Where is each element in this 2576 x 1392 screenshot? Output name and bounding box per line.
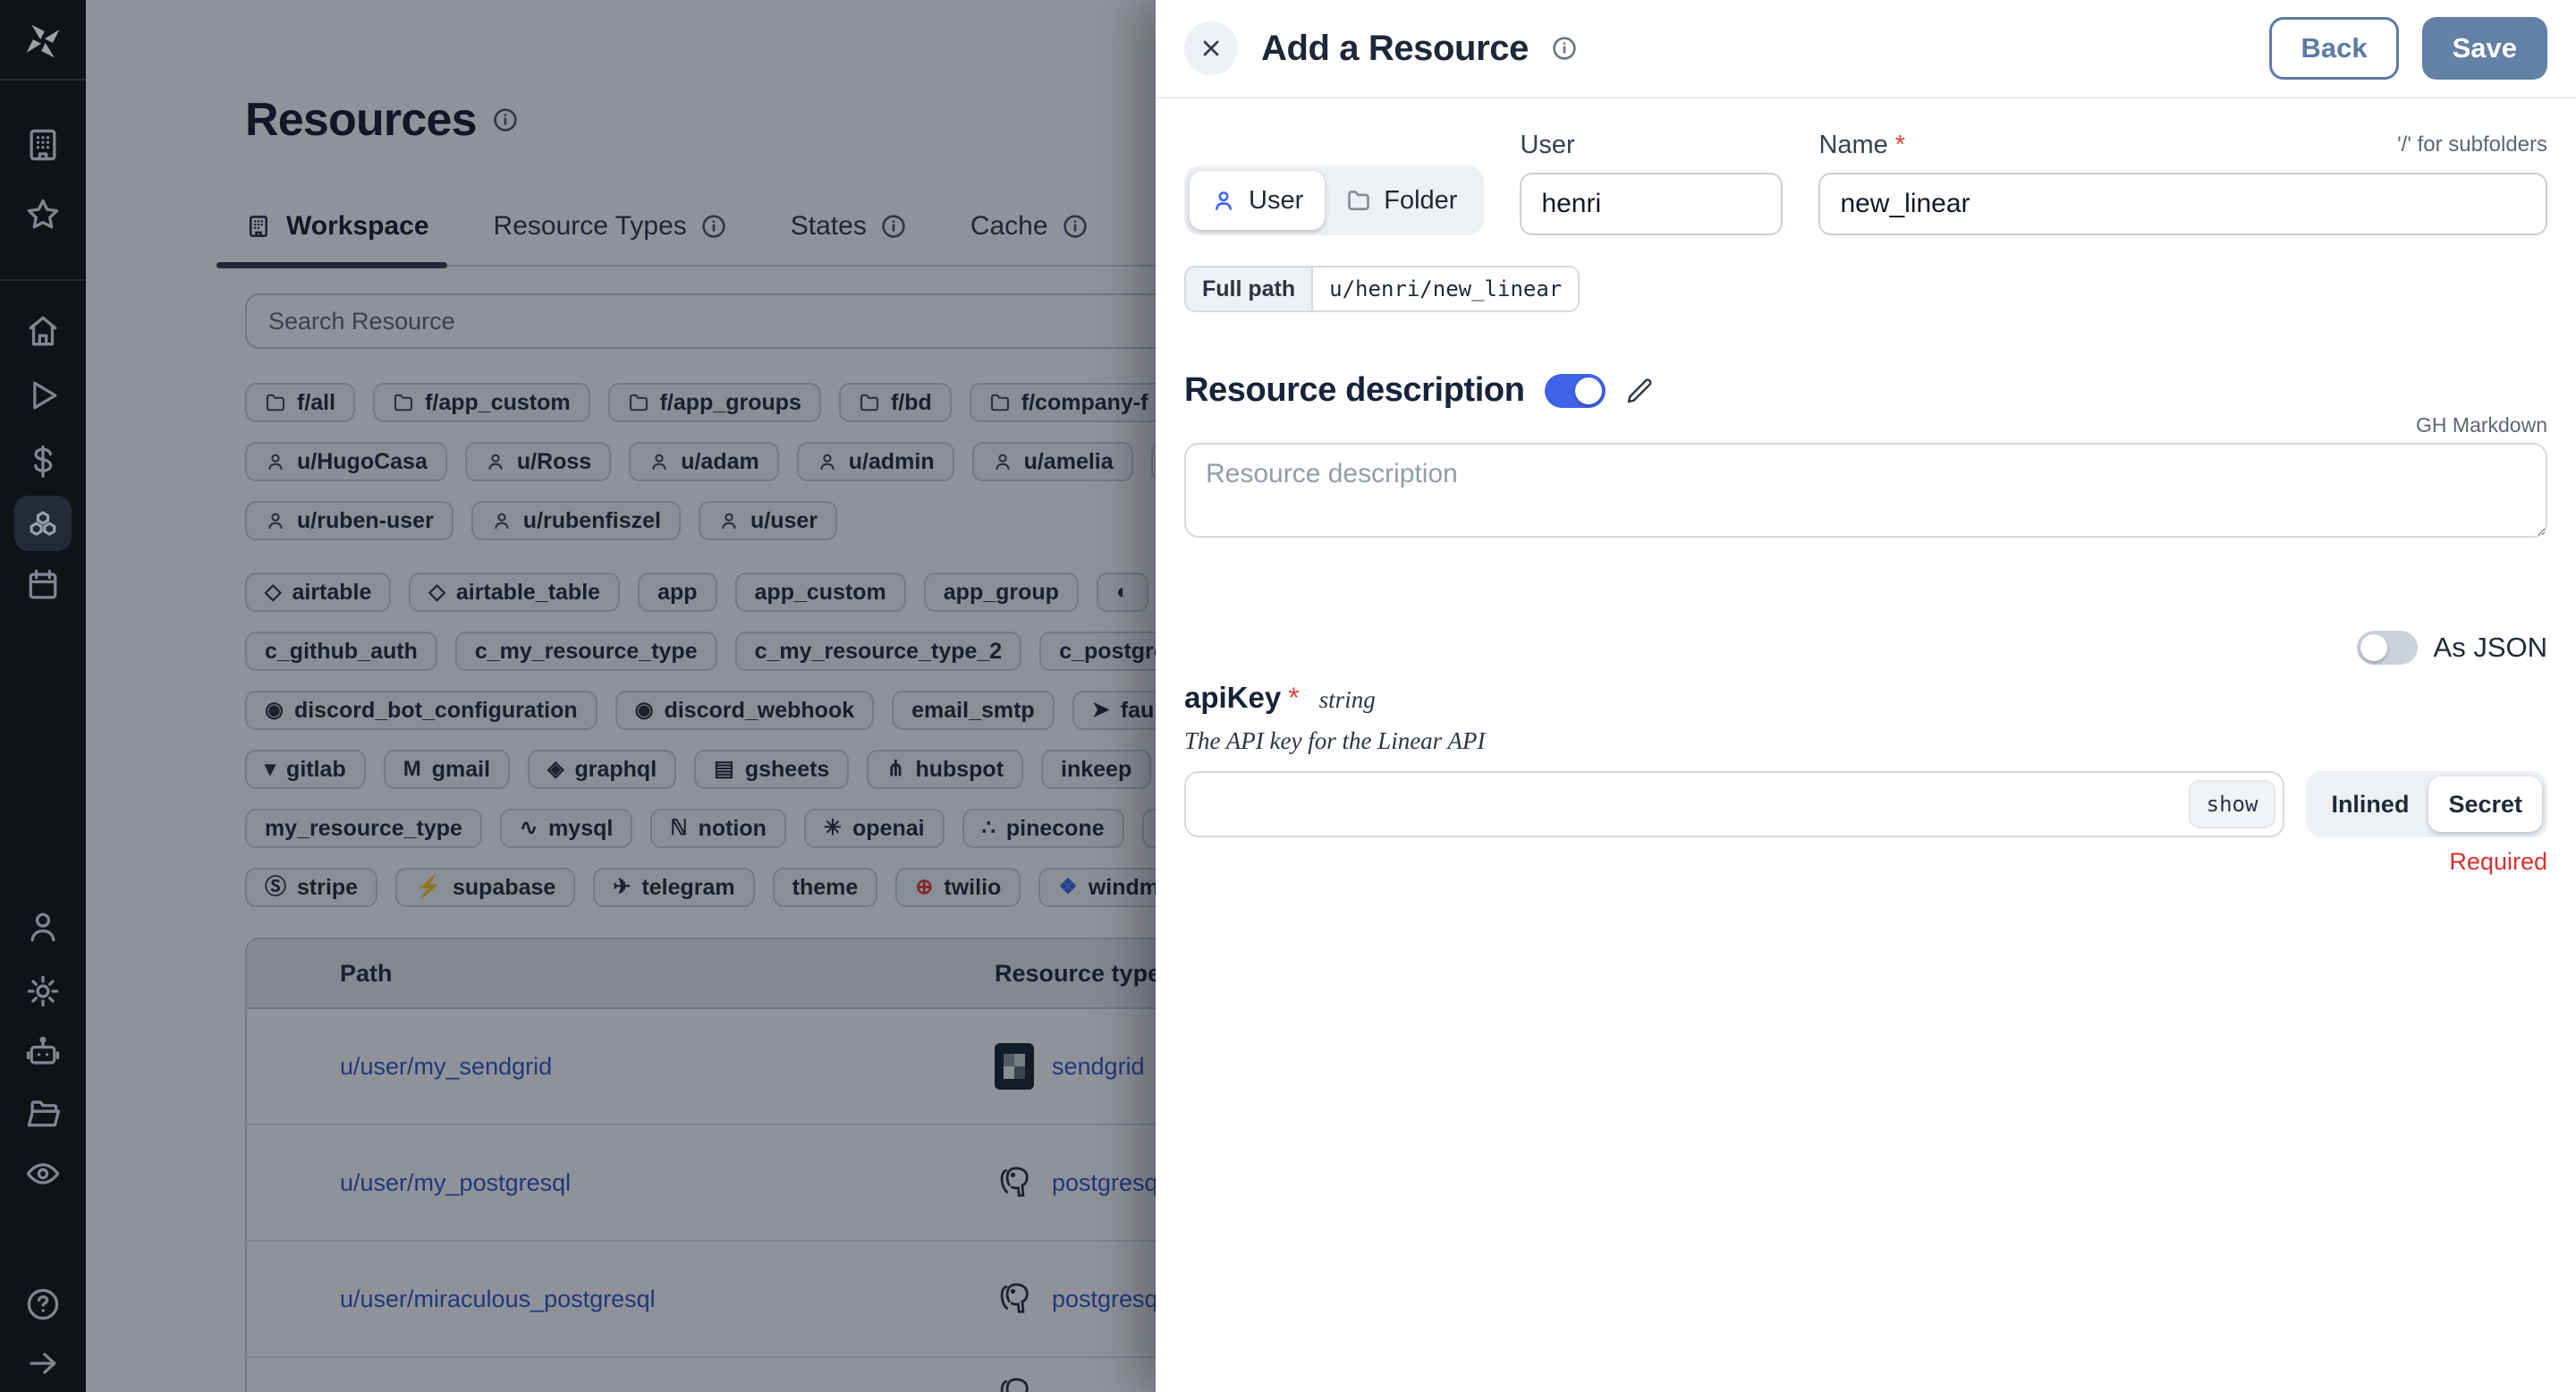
user-field[interactable] — [1520, 173, 1783, 235]
audit-eye-icon[interactable] — [23, 1154, 63, 1193]
drawer-title-info-icon[interactable] — [1552, 36, 1577, 61]
runs-play-icon[interactable] — [23, 376, 63, 415]
required-asterisk: * — [1288, 682, 1299, 715]
favorites-star-icon[interactable] — [23, 195, 63, 234]
apikey-field-type: string — [1319, 686, 1376, 714]
full-path-badge: Full path u/henri/new_linear — [1184, 266, 1580, 312]
workers-robot-icon[interactable] — [23, 1032, 63, 1072]
workspace-building-icon[interactable] — [23, 125, 63, 165]
owner-kind-user-button[interactable]: User — [1190, 171, 1325, 230]
as-json-toggle[interactable] — [2357, 631, 2418, 665]
owner-kind-toggle: User Folder — [1184, 166, 1484, 235]
inlined-secret-toggle: Inlined Secret — [2306, 771, 2547, 837]
name-field[interactable] — [1818, 173, 2547, 235]
description-toggle[interactable] — [1545, 374, 1606, 408]
apikey-field-name: apiKey — [1184, 681, 1281, 715]
gh-markdown-hint: GH Markdown — [1184, 413, 2547, 437]
expand-sidebar-arrow-icon[interactable] — [23, 1344, 63, 1383]
add-resource-drawer: Add a Resource Back Save User Folder — [1156, 0, 2576, 1392]
owner-kind-folder-label: Folder — [1384, 186, 1457, 216]
save-button[interactable]: Save — [2422, 17, 2547, 80]
sidebar — [0, 0, 86, 1392]
resource-description-textarea[interactable] — [1184, 443, 2547, 538]
user-field-label: User — [1520, 131, 1783, 160]
folders-icon[interactable] — [23, 1093, 63, 1133]
schedules-calendar-icon[interactable] — [23, 565, 63, 605]
apikey-field-description: The API key for the Linear API — [1184, 727, 2547, 755]
help-icon[interactable] — [23, 1285, 63, 1324]
windmill-logo[interactable] — [23, 21, 63, 61]
drawer-title: Add a Resource — [1261, 29, 1529, 69]
resources-boxes-icon[interactable] — [23, 503, 63, 542]
subfolder-hint: '/' for subfolders — [2397, 132, 2547, 157]
show-secret-button[interactable]: show — [2189, 780, 2276, 828]
full-path-label: Full path — [1186, 267, 1313, 310]
close-icon[interactable] — [1184, 21, 1238, 75]
sidebar-divider — [0, 279, 86, 281]
resource-description-heading: Resource description — [1184, 371, 1525, 410]
inlined-option[interactable]: Inlined — [2311, 777, 2428, 832]
home-icon[interactable] — [23, 311, 63, 351]
full-path-value: u/henri/new_linear — [1313, 267, 1578, 310]
back-button[interactable]: Back — [2269, 17, 2398, 80]
usage-dollar-icon[interactable] — [23, 442, 63, 481]
owner-kind-user-label: User — [1249, 186, 1303, 216]
secret-option[interactable]: Secret — [2428, 777, 2542, 832]
user-icon — [1211, 188, 1236, 213]
required-error-text: Required — [1184, 848, 2547, 876]
sidebar-divider — [0, 79, 86, 81]
as-json-label: As JSON — [2434, 632, 2547, 664]
account-user-icon[interactable] — [23, 907, 63, 946]
apikey-input[interactable] — [1184, 771, 2284, 837]
drawer-header: Add a Resource Back Save — [1156, 0, 2576, 98]
edit-pencil-icon[interactable] — [1625, 377, 1654, 405]
owner-kind-folder-button[interactable]: Folder — [1325, 171, 1479, 230]
folder-icon — [1346, 188, 1371, 213]
app-window: Resources Workspace Resource Types State… — [0, 0, 2576, 1392]
settings-gear-icon[interactable] — [23, 972, 63, 1011]
required-asterisk: * — [1895, 131, 1905, 159]
